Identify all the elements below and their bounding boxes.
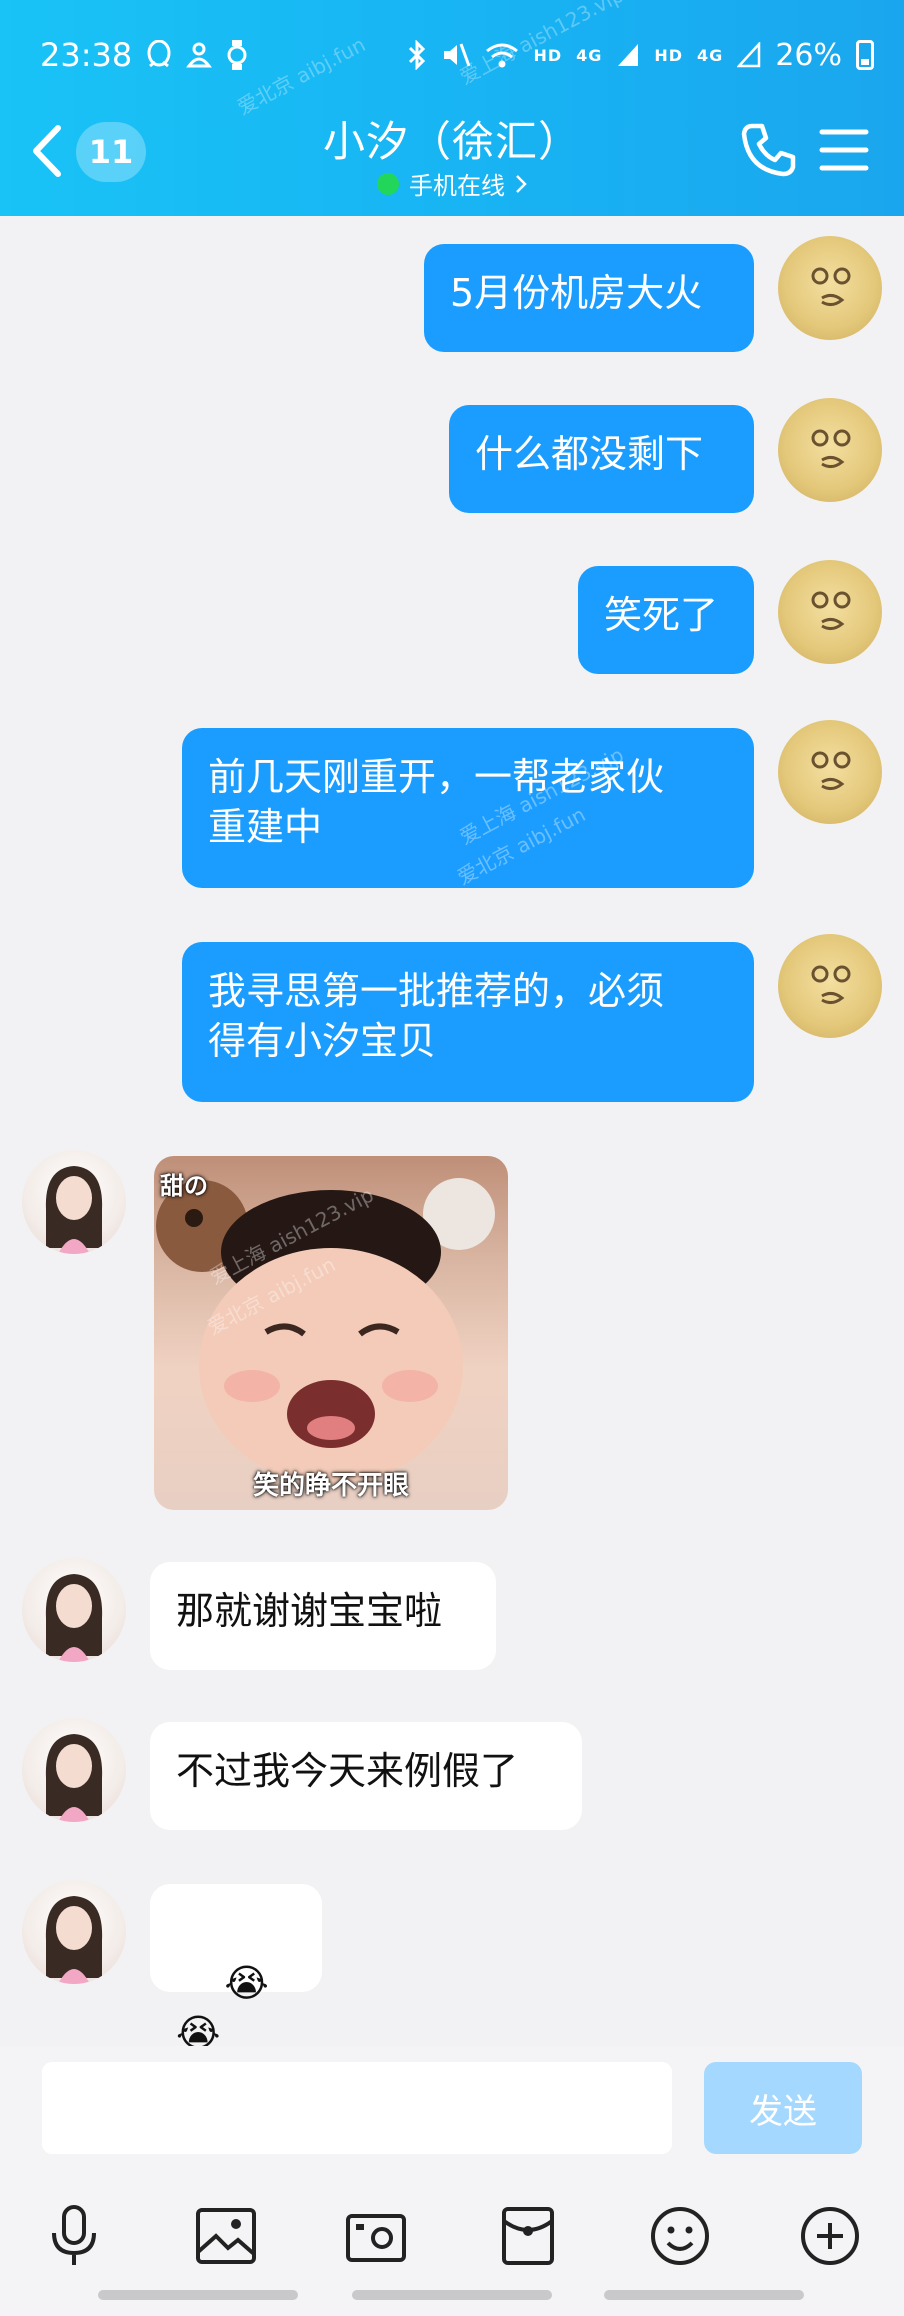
send-button[interactable]: 发送 (704, 2062, 862, 2154)
avatar-face-icon (811, 267, 851, 307)
message-bubble[interactable]: 我寻思第一批推荐的，必须 得有小汐宝贝 (182, 942, 754, 1102)
nav-gesture-bar (604, 2290, 804, 2300)
contact-avatar[interactable] (22, 1718, 126, 1822)
hamburger-menu-icon (819, 129, 869, 171)
message-bubble[interactable]: 5月份机房大火 (424, 244, 754, 352)
camera-icon (346, 2214, 406, 2262)
presence-text: 手机在线 (409, 172, 505, 200)
menu-button[interactable] (818, 126, 870, 174)
app-notification-icon (186, 40, 213, 70)
photo-button[interactable] (186, 2196, 266, 2276)
avatar-face-icon (811, 591, 851, 631)
avatar-face-icon (811, 965, 851, 1005)
message-input[interactable] (42, 2062, 672, 2154)
network-4g-2: 4G (697, 45, 724, 65)
sticker-baby-illustration (156, 1178, 495, 1484)
emoji-button[interactable] (640, 2196, 720, 2276)
plus-circle-icon (801, 2207, 859, 2265)
bluetooth-icon (407, 40, 427, 70)
network-hd-2: HD (654, 45, 684, 65)
avatar-photo-icon (45, 1574, 103, 1662)
image-icon (196, 2208, 256, 2264)
composer: 发送 (0, 2046, 904, 2316)
mute-icon (441, 40, 471, 70)
red-packet-button[interactable] (488, 2196, 568, 2276)
more-button[interactable] (790, 2196, 870, 2276)
microphone-icon (52, 2205, 96, 2265)
emoji-message-bubble[interactable]: 😭😭 (150, 1884, 322, 2055)
my-avatar[interactable] (778, 560, 882, 664)
chat-header: 23:38 HD 4G HD 4G 26% 11 小汐（徐汇） 手机在线 (0, 0, 904, 216)
watch-icon (226, 39, 248, 71)
my-avatar[interactable] (778, 934, 882, 1038)
online-status-dot (377, 172, 399, 195)
contact-avatar[interactable] (22, 1150, 126, 1254)
my-avatar[interactable] (778, 720, 882, 824)
nav-gesture-bar (352, 2290, 552, 2300)
message-bubble[interactable]: 笑死了 (578, 566, 754, 674)
my-avatar[interactable] (778, 398, 882, 502)
sticker-caption-top: 甜の (160, 1172, 208, 1200)
message-bubble[interactable]: 那就谢谢宝宝啦 (150, 1562, 496, 1670)
contact-avatar[interactable] (22, 1880, 126, 1984)
sticker-image[interactable]: 甜の 笑的睁不开眼 (154, 1156, 508, 1510)
chevron-right-icon (516, 174, 527, 193)
avatar-photo-icon (45, 1734, 103, 1822)
crying-emoji-icon: 😭😭 (176, 1961, 269, 2055)
my-avatar[interactable] (778, 236, 882, 340)
network-hd-1: HD (533, 45, 563, 65)
contact-avatar[interactable] (22, 1558, 126, 1662)
battery-percent: 26% (775, 37, 842, 73)
status-bar-right: HD 4G HD 4G 26% (407, 28, 874, 82)
smiley-icon (651, 2207, 709, 2265)
voice-call-button[interactable] (738, 120, 798, 180)
status-time: 23:38 (40, 36, 133, 74)
nav-gesture-bar (98, 2290, 298, 2300)
phone-icon (741, 123, 796, 177)
status-bar-left: 23:38 (40, 28, 248, 82)
message-bubble[interactable]: 不过我今天来例假了 (150, 1722, 582, 1830)
wifi-icon (485, 41, 519, 69)
composer-toolbar (0, 2196, 904, 2276)
signal-icon-1 (616, 42, 640, 68)
voice-input-button[interactable] (34, 2196, 114, 2276)
avatar-face-icon (811, 429, 851, 469)
message-bubble[interactable]: 什么都没剩下 (449, 405, 754, 513)
avatar-photo-icon (45, 1896, 103, 1984)
avatar-face-icon (811, 751, 851, 791)
qq-notification-icon (146, 40, 172, 70)
message-bubble[interactable]: 前几天刚重开，一帮老家伙 重建中 (182, 728, 754, 888)
red-packet-icon (502, 2207, 554, 2265)
avatar-photo-icon (45, 1166, 103, 1254)
camera-button[interactable] (336, 2196, 416, 2276)
signal-icon-2 (737, 42, 761, 68)
sticker-caption-bottom: 笑的睁不开眼 (252, 1471, 409, 1501)
battery-icon (856, 40, 874, 70)
network-4g-1: 4G (576, 45, 603, 65)
